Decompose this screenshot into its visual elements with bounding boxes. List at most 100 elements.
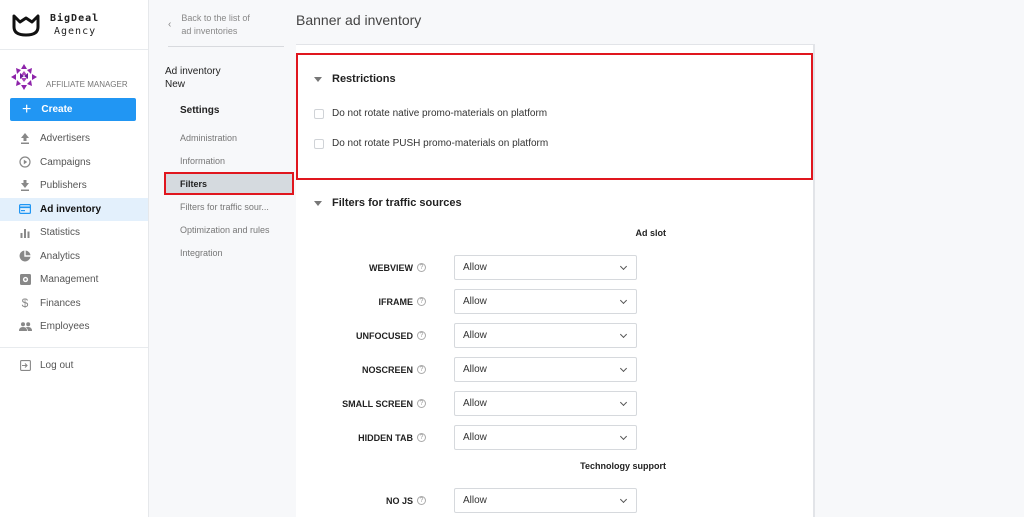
sidebar-item-statistics[interactable]: Statistics xyxy=(0,221,148,245)
sidebar-item-label: Ad inventory xyxy=(40,203,102,215)
subnav-section-settings: Settings xyxy=(180,105,220,116)
small-screen-select[interactable]: Allow xyxy=(454,391,637,416)
chevron-left-icon: ‹ xyxy=(168,19,172,30)
checkbox[interactable] xyxy=(314,138,324,149)
hidden-tab-select[interactable]: Allow xyxy=(454,425,637,450)
help-icon[interactable]: ? xyxy=(417,297,426,306)
subnav-subtitle: New xyxy=(165,79,186,90)
back-link-line2: ad inventories xyxy=(181,26,238,36)
sidebar-item-label: Advertisers xyxy=(40,133,91,145)
page-title: Banner ad inventory xyxy=(296,12,422,28)
sidebar-item-label: Log out xyxy=(40,359,74,371)
sidebar-item-label: Finances xyxy=(40,297,81,309)
back-link-line1: Back to the list of xyxy=(181,13,250,23)
sidebar-item-management[interactable]: Management xyxy=(0,268,148,292)
subnav-title-text: Ad inventory xyxy=(165,66,221,77)
chevron-down-icon xyxy=(619,432,628,440)
brand[interactable]: BigDeal Agency xyxy=(0,0,148,50)
subnav-item-filters[interactable]: Filters xyxy=(164,172,294,195)
subnav-item-information[interactable]: Information xyxy=(150,149,294,172)
create-button[interactable]: + Create xyxy=(10,98,136,121)
restriction-option-native[interactable]: Do not rotate native promo-materials on … xyxy=(314,108,547,119)
select-value: Allow xyxy=(463,495,487,506)
role-avatar-icon xyxy=(11,64,37,90)
select-value: Allow xyxy=(463,262,487,273)
chevron-down-icon xyxy=(619,296,628,304)
subnav-item-traffic-filters[interactable]: Filters for traffic sour... xyxy=(150,195,294,218)
dollar-icon: $ xyxy=(21,296,29,311)
chevron-down-icon xyxy=(619,262,628,270)
noscreen-select[interactable]: Allow xyxy=(454,357,637,382)
field-no-js: NO JS? Allow xyxy=(330,488,666,513)
plus-icon: + xyxy=(22,100,32,118)
subnav-item-administration[interactable]: Administration xyxy=(150,126,294,149)
brand-logo-icon xyxy=(12,14,40,36)
no-js-select[interactable]: Allow xyxy=(454,488,637,513)
sidebar-item-label: Analytics xyxy=(40,250,81,262)
help-icon[interactable]: ? xyxy=(417,433,426,442)
bar-chart-icon xyxy=(18,226,32,240)
collapse-triangle-icon xyxy=(314,200,322,206)
restrictions-header[interactable]: Restrictions xyxy=(314,73,396,85)
sidebar-item-label: Publishers xyxy=(40,180,87,192)
app: BigDeal Agency AFFILIATE MANAGER + Creat… xyxy=(0,0,1024,517)
select-value: Allow xyxy=(463,296,487,307)
brand-name: BigDeal xyxy=(50,12,100,24)
subnav-list: Administration Information Filters Filte… xyxy=(150,126,294,264)
field-label: NO JS xyxy=(385,495,413,506)
restriction-option-push[interactable]: Do not rotate PUSH promo-materials on pl… xyxy=(314,138,548,149)
sidebar-item-campaigns[interactable]: Campaigns xyxy=(0,151,148,175)
field-unfocused: UNFOCUSED? Allow xyxy=(330,323,666,348)
field-hidden-tab: HIDDEN TAB? Allow xyxy=(330,425,666,450)
traffic-filters-title: Filters for traffic sources xyxy=(332,197,462,209)
chevron-down-icon xyxy=(619,364,628,372)
chevron-down-icon xyxy=(619,495,628,503)
subnav-title: Ad inventory New xyxy=(150,47,294,91)
traffic-filters-header[interactable]: Filters for traffic sources xyxy=(314,197,462,209)
field-iframe: IFRAME? Allow xyxy=(330,289,666,314)
field-label: HIDDEN TAB xyxy=(358,432,413,443)
select-value: Allow xyxy=(463,364,487,375)
sidebar-item-publishers[interactable]: Publishers xyxy=(0,174,148,198)
download-icon xyxy=(18,179,32,193)
subnav-item-integration[interactable]: Integration xyxy=(150,241,294,264)
upload-icon xyxy=(18,132,32,146)
sidebar-divider xyxy=(0,346,148,348)
iframe-select[interactable]: Allow xyxy=(454,289,637,314)
back-to-list-link[interactable]: ‹ Back to the list of ad inventories xyxy=(150,0,294,46)
webview-select[interactable]: Allow xyxy=(454,255,637,280)
subnav-item-optimization[interactable]: Optimization and rules xyxy=(150,218,294,241)
help-icon[interactable]: ? xyxy=(417,365,426,374)
role-label: AFFILIATE MANAGER xyxy=(46,79,128,89)
restrictions-title: Restrictions xyxy=(332,73,396,85)
sidebar-item-label: Campaigns xyxy=(40,156,91,168)
sidebar-nav: Advertisers Campaigns Publishers Ad inve… xyxy=(0,127,148,377)
logout-icon xyxy=(18,358,32,372)
select-value: Allow xyxy=(463,330,487,341)
play-circle-icon xyxy=(18,155,32,169)
unfocused-select[interactable]: Allow xyxy=(454,323,637,348)
sidebar-item-ad-inventory[interactable]: Ad inventory xyxy=(0,197,148,221)
create-button-label: Create xyxy=(41,104,73,115)
field-label: SMALL SCREEN xyxy=(342,398,413,409)
field-small-screen: SMALL SCREEN? Allow xyxy=(330,391,666,416)
sidebar-item-label: Employees xyxy=(40,321,90,333)
sidebar-item-logout[interactable]: Log out xyxy=(0,354,148,378)
role-block: AFFILIATE MANAGER xyxy=(0,50,148,92)
help-icon[interactable]: ? xyxy=(417,331,426,340)
restriction-option-label: Do not rotate PUSH promo-materials on pl… xyxy=(332,138,549,149)
sidebar-item-analytics[interactable]: Analytics xyxy=(0,245,148,269)
settings-subnav: ‹ Back to the list of ad inventories Ad … xyxy=(150,0,294,517)
checkbox[interactable] xyxy=(314,108,324,119)
field-label: IFRAME xyxy=(378,296,414,307)
sidebar-item-employees[interactable]: Employees xyxy=(0,315,148,339)
sidebar-item-label: Statistics xyxy=(40,227,81,239)
sidebar-item-finances[interactable]: $ Finances xyxy=(0,292,148,316)
select-value: Allow xyxy=(463,432,487,443)
help-icon[interactable]: ? xyxy=(417,399,426,408)
field-label: NOSCREEN xyxy=(361,364,413,375)
sidebar-item-advertisers[interactable]: Advertisers xyxy=(0,127,148,151)
help-icon[interactable]: ? xyxy=(417,496,426,505)
help-icon[interactable]: ? xyxy=(417,263,426,272)
field-noscreen: NOSCREEN? Allow xyxy=(330,357,666,382)
